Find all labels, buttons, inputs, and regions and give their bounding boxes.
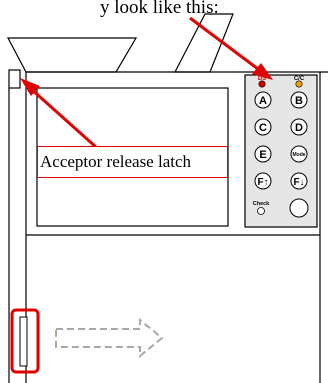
- button-a-label: A: [259, 95, 267, 107]
- latch-callout-label: Acceptor release latch: [37, 146, 228, 178]
- button-b-label: B: [295, 95, 303, 107]
- diagram: y look like this: DS C/C A B C D E Mode …: [0, 0, 328, 383]
- machine-drawing: DS C/C A B C D E Mode F↑ F↓ Check: [7, 13, 328, 383]
- lower-slot: [19, 316, 28, 367]
- check-indicator: [257, 207, 265, 215]
- release-latch: [8, 69, 21, 89]
- button-f-up-label: F↑: [257, 177, 268, 188]
- large-round-button: [289, 198, 309, 218]
- indicator-led-left: [258, 80, 266, 88]
- hopper: [7, 37, 138, 73]
- direction-arrow: [55, 317, 164, 359]
- button-e-label: E: [259, 149, 266, 161]
- check-label: Check: [253, 201, 270, 207]
- button-d-label: D: [295, 122, 303, 134]
- button-c-label: C: [259, 122, 267, 134]
- button-f-down-label: F↓: [293, 177, 304, 188]
- button-mode-label: Mode: [292, 152, 305, 158]
- indicator-led-right: [295, 80, 303, 88]
